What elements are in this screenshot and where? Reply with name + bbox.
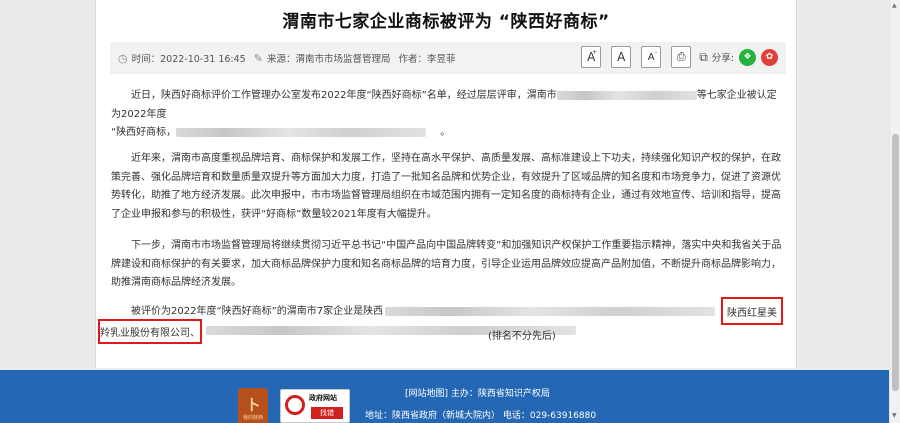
- gov-site-error-report-logo[interactable]: 政府网站 找错: [280, 389, 350, 423]
- site-footer: 卜 我的陕西 政府网站 找错 [网站地图] 主办：陕西省知识产权局 地址：陕西省…: [0, 370, 889, 423]
- font-increase-button[interactable]: A +: [581, 46, 602, 68]
- paragraph-1: 近日，陕西好商标评价工作管理办公室发布2022年度“陕西好商标”名单，经过层层评…: [111, 90, 777, 139]
- wechat-icon[interactable]: ❖: [739, 48, 756, 66]
- source-text: 来源：渭南市市场监督管理局: [266, 54, 391, 65]
- magnifier-icon: [285, 395, 305, 415]
- author-text: 作者：李昱菲: [398, 54, 456, 65]
- scroll-up-icon[interactable]: ▲: [892, 2, 897, 9]
- article-title: 渭南市七家企业商标被评为 “陕西好商标”: [282, 12, 610, 32]
- weibo-icon[interactable]: ✿: [761, 48, 778, 66]
- clock-icon: ◷: [118, 51, 128, 65]
- font-decrease-button[interactable]: A-: [641, 46, 662, 68]
- share-label: 分享:: [711, 53, 734, 64]
- footer-line-2: 地址：陕西省政府（新城大院内） 电话：029-63916880: [365, 411, 597, 421]
- scroll-down-icon[interactable]: ▼: [892, 412, 897, 419]
- highlight-company-name-part2: 羚乳业股份有限公司、: [98, 319, 202, 344]
- scrollbar-thumb[interactable]: [892, 134, 899, 391]
- font-reset-button[interactable]: A: [611, 46, 632, 68]
- my-shaanxi-logo[interactable]: 卜 我的陕西: [238, 388, 268, 423]
- article-meta-bar: ◷ 时间：2022-10-31 16:45 ✎ 来源：渭南市市场监督管理局 作者…: [110, 42, 786, 74]
- ranking-note: (排名不分先后): [488, 331, 556, 342]
- article-tools: A + A A- ⎙ ⧉ 分享: ❖ ✿: [571, 46, 778, 68]
- highlight-company-name-part1: 陕西红星美: [721, 297, 783, 325]
- pen-icon: ✎: [253, 51, 263, 65]
- page-scrollbar[interactable]: ▲ ▼: [889, 0, 900, 423]
- print-button[interactable]: ⎙: [671, 46, 692, 68]
- share-icon[interactable]: ⧉: [699, 50, 708, 65]
- paragraph-2: 近年来，渭南市高度重视品牌培育、商标保护和发展工作，坚持在高水平保护、高质量发展…: [111, 153, 781, 221]
- paragraph-4: 被评价为2022年度“陕西好商标”的渭南市7家企业是陕西: [111, 303, 783, 322]
- footer-line-1[interactable]: [网站地图] 主办：陕西省知识产权局: [405, 386, 550, 399]
- seal-icon: 卜: [246, 398, 260, 414]
- paragraph-3: 下一步，渭南市市场监督管理局将继续贯彻习近平总书记“中国产品向中国品牌转变”和加…: [111, 240, 782, 289]
- article-panel: 渭南市七家企业商标被评为 “陕西好商标” ◷ 时间：2022-10-31 16:…: [95, 0, 797, 368]
- publish-time: 时间：2022-10-31 16:45: [131, 54, 246, 65]
- print-icon: ⎙: [676, 50, 686, 63]
